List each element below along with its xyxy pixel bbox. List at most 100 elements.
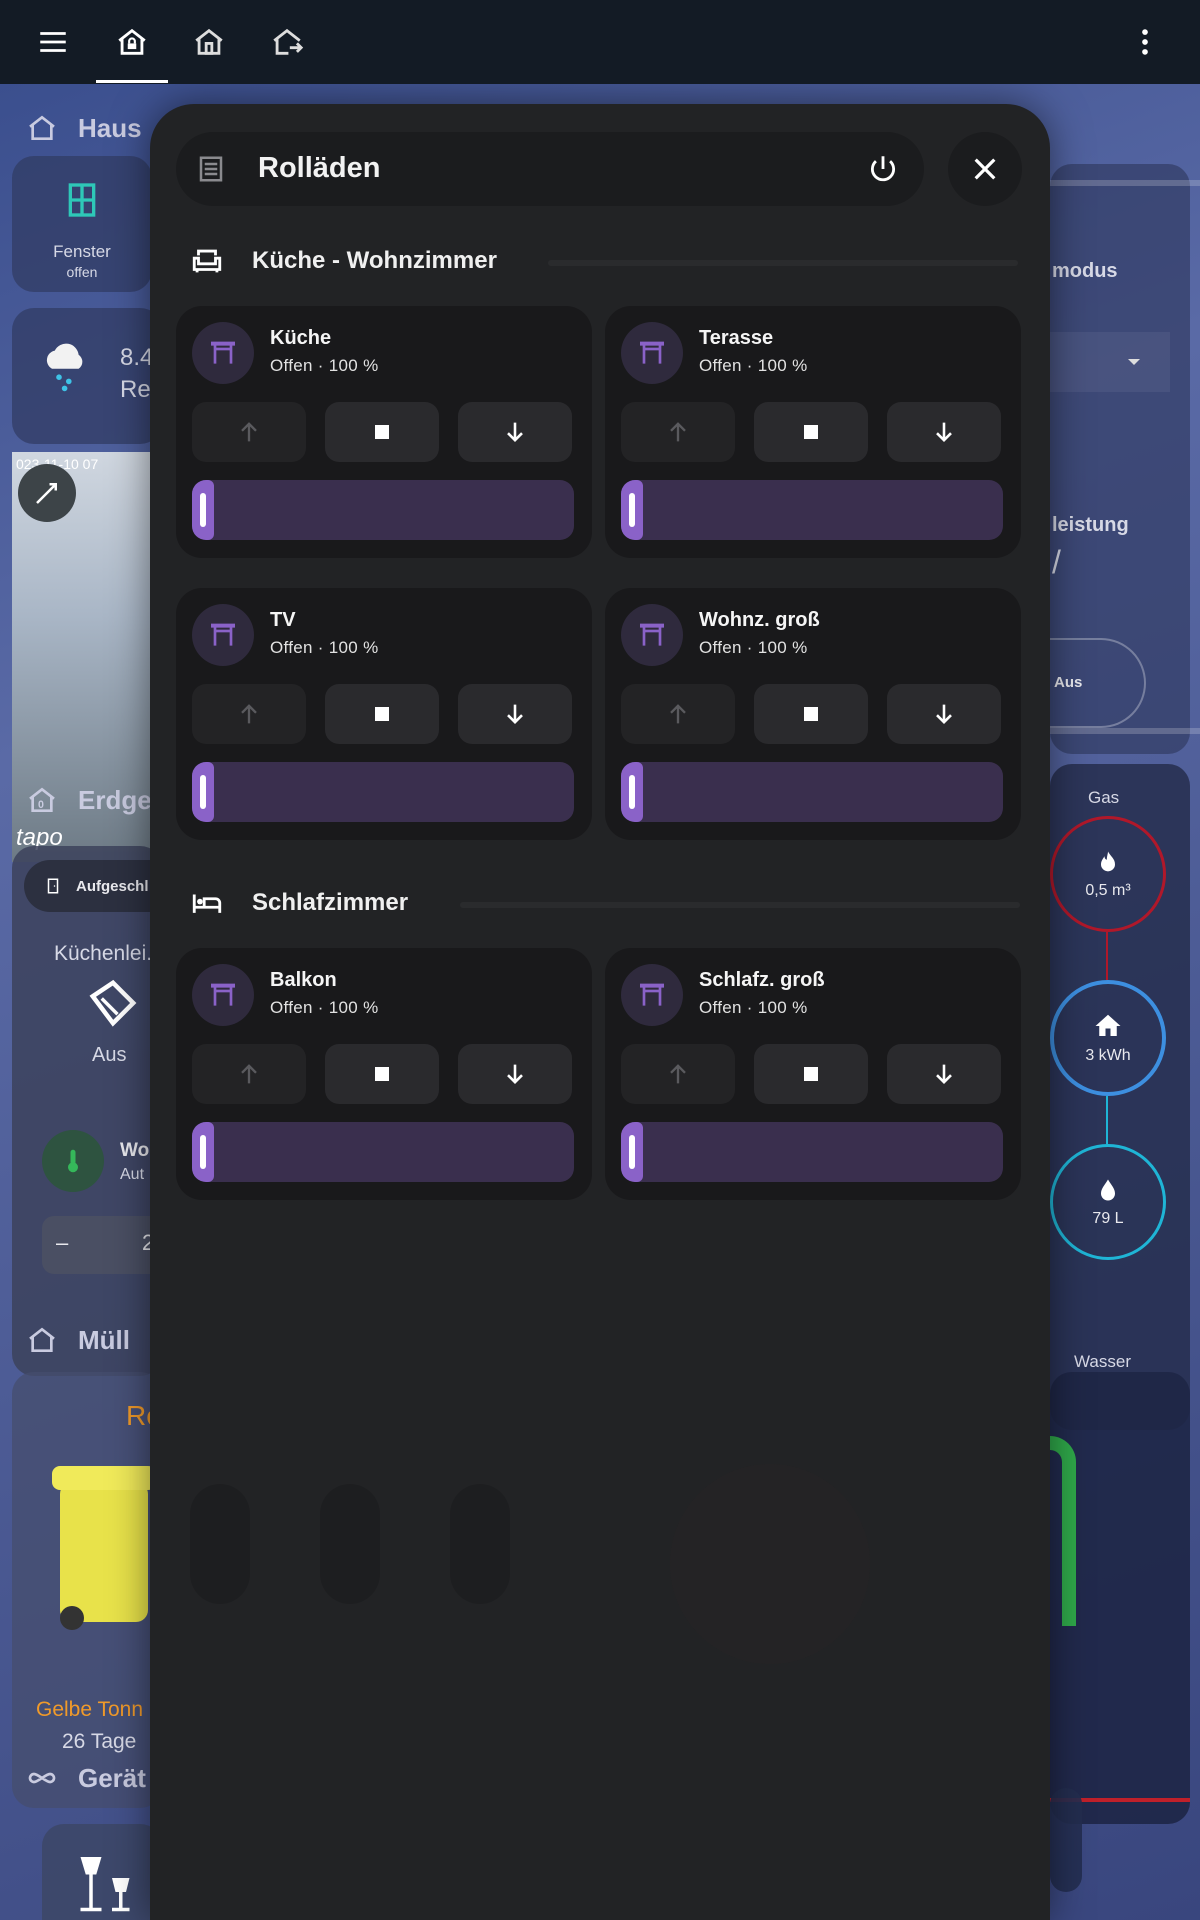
gas-node[interactable]: 0,5 m³ <box>1050 816 1166 932</box>
close-cover-button[interactable] <box>887 684 1001 744</box>
aus-button-label: Aus <box>1054 674 1083 691</box>
mode-dropdown[interactable] <box>1050 332 1170 392</box>
cover-position-slider[interactable] <box>192 1122 574 1182</box>
blurred-background-shape <box>450 1484 510 1604</box>
stop-cover-button[interactable] <box>325 1044 439 1104</box>
blinds-open-icon[interactable] <box>192 604 254 666</box>
chevron-down-icon[interactable] <box>1122 350 1146 374</box>
cover-name: Küche <box>270 327 332 349</box>
blinds-icon <box>199 156 223 182</box>
power-icon[interactable] <box>866 152 900 186</box>
blinds-open-icon[interactable] <box>621 964 683 1026</box>
stop-cover-button[interactable] <box>325 684 439 744</box>
tile-label: Fenster <box>53 242 111 261</box>
cover-position-slider[interactable] <box>621 1122 1003 1182</box>
cover-position-slider[interactable] <box>621 480 1003 540</box>
arrow-up-icon <box>670 422 686 442</box>
slider-handle[interactable] <box>621 480 643 540</box>
menu-icon[interactable] <box>28 17 78 67</box>
home-outline-icon[interactable] <box>184 17 234 67</box>
section-divider <box>548 260 1018 266</box>
home-lock-icon[interactable] <box>107 17 157 67</box>
bin-days: 26 Tage <box>62 1730 137 1753</box>
arrow-down-icon <box>936 704 952 724</box>
lamps-icon <box>80 1857 130 1912</box>
section-title: Erdge <box>78 784 152 815</box>
blinds-open-icon[interactable] <box>192 964 254 1026</box>
blinds-open-icon[interactable] <box>192 322 254 384</box>
arrow-down-icon <box>507 704 523 724</box>
cover-status: Offen · 100 % <box>699 638 808 657</box>
cover-position-slider[interactable] <box>192 762 574 822</box>
blinds-open-icon[interactable] <box>621 604 683 666</box>
home-icon <box>29 115 55 140</box>
slider-handle[interactable] <box>192 762 214 822</box>
section-muell: Müll <box>26 1324 130 1356</box>
open-cover-button[interactable] <box>192 1044 306 1104</box>
cover-position-slider[interactable] <box>192 480 574 540</box>
slider-handle[interactable] <box>621 762 643 822</box>
home-export-icon[interactable] <box>262 17 312 67</box>
lamp-tile[interactable] <box>42 1824 162 1920</box>
stop-cover-button[interactable] <box>754 1044 868 1104</box>
slider-handle[interactable] <box>192 480 214 540</box>
cover-card-wohnz-gross: Wohnz. groß Offen · 100 % <box>605 588 1021 840</box>
open-cover-button[interactable] <box>621 402 735 462</box>
blurred-background-shape <box>320 1484 380 1604</box>
open-cover-button[interactable] <box>192 684 306 744</box>
led-strip-icon[interactable] <box>86 976 140 1030</box>
stepper-minus-button[interactable]: – <box>56 1230 68 1256</box>
open-cover-button[interactable] <box>192 402 306 462</box>
cover-status: Offen · 100 % <box>270 356 379 375</box>
weather-rain-icon <box>46 343 83 392</box>
water-node[interactable]: 79 L <box>1050 1144 1166 1260</box>
cover-card-balkon: Balkon Offen · 100 % <box>176 948 592 1200</box>
weather-card[interactable]: 8.4 Re <box>12 308 162 444</box>
open-cover-button[interactable] <box>621 1044 735 1104</box>
close-cover-button[interactable] <box>458 402 572 462</box>
close-cover-button[interactable] <box>887 402 1001 462</box>
stop-cover-button[interactable] <box>325 402 439 462</box>
dots-vertical-icon[interactable] <box>1120 17 1170 67</box>
sofa-icon <box>192 249 222 273</box>
blinds-open-icon[interactable] <box>621 322 683 384</box>
stop-cover-button[interactable] <box>754 684 868 744</box>
home-node[interactable]: 3 kWh <box>1050 980 1166 1096</box>
close-cover-button[interactable] <box>887 1044 1001 1104</box>
weather-description: Re <box>120 376 151 403</box>
water-value: 79 L <box>1092 1210 1124 1227</box>
cover-status: Offen · 100 % <box>270 998 379 1017</box>
water-drop-icon <box>1101 1179 1115 1201</box>
section-geraete: Gerät <box>26 1762 146 1794</box>
close-button[interactable] <box>948 132 1022 206</box>
close-cover-button[interactable] <box>458 684 572 744</box>
app-toolbar <box>0 0 1200 84</box>
close-cover-button[interactable] <box>458 1044 572 1104</box>
fenster-tile[interactable]: Fenster offen <box>12 156 152 292</box>
active-tab-indicator <box>96 80 168 83</box>
stop-cover-button[interactable] <box>754 402 868 462</box>
right-mode-card: modus leistung / Aus <box>1034 164 1200 754</box>
section-title: Haus <box>78 112 142 143</box>
weather-temperature: 8.4 <box>120 344 154 371</box>
home-floor-icon: 0 <box>29 787 55 812</box>
door-chip-label: Aufgeschl <box>76 877 149 895</box>
gauge-card <box>1050 1372 1190 1824</box>
water-label: Wasser <box>1074 1352 1131 1371</box>
cover-name: Balkon <box>270 969 337 991</box>
mode-label: modus <box>1052 260 1118 282</box>
camera-fullscreen-icon[interactable] <box>18 464 76 522</box>
arrow-down-icon <box>507 422 523 442</box>
cover-position-slider[interactable] <box>621 762 1003 822</box>
home-icon <box>1095 1014 1121 1036</box>
aus-button[interactable]: Aus <box>1034 638 1146 728</box>
open-cover-button[interactable] <box>621 684 735 744</box>
thermometer-icon <box>42 1130 104 1192</box>
slider-handle[interactable] <box>621 1122 643 1182</box>
cover-card-schlafz-gross: Schlafz. groß Offen · 100 % <box>605 948 1021 1200</box>
blurred-background-shape <box>670 1464 870 1664</box>
muell-card: Re Gelbe Tonn 26 Tage <box>12 1372 162 1808</box>
section-title: Küche - Wohnzimmer <box>252 247 497 274</box>
slider-handle[interactable] <box>192 1122 214 1182</box>
cover-card-tv: TV Offen · 100 % <box>176 588 592 840</box>
